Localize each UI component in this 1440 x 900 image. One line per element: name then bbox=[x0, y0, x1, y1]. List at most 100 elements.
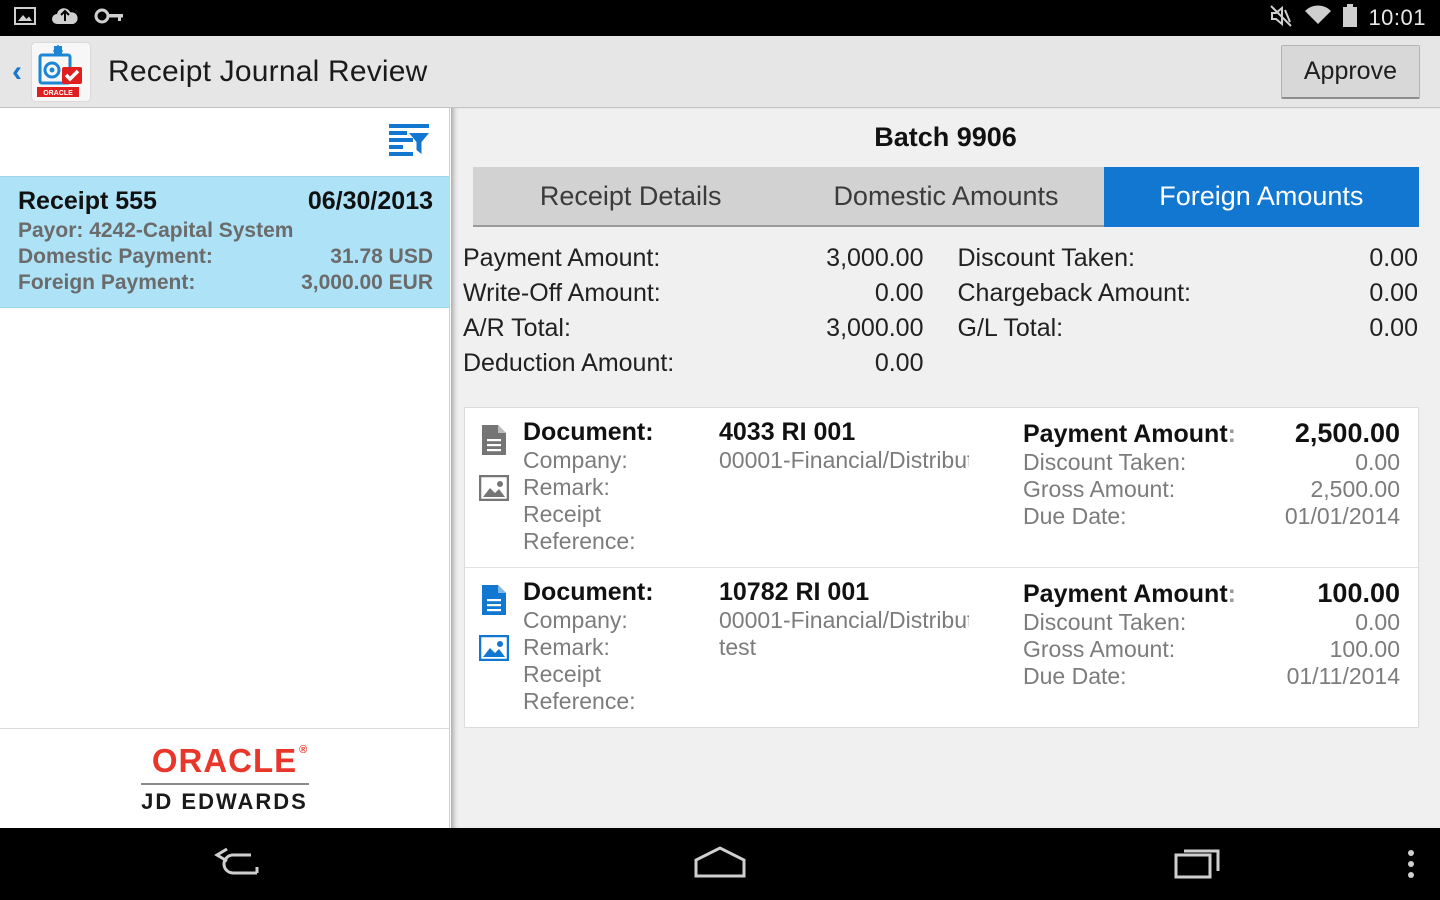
row-payment-amount: Payment Amount: 100.00 bbox=[1023, 578, 1400, 609]
key-icon bbox=[94, 7, 124, 30]
row-due-date: Due Date: 01/11/2014 bbox=[1023, 663, 1400, 690]
nav-recents-button[interactable] bbox=[960, 845, 1440, 884]
summary-row: A/R Total: 3,000.00 G/L Total: 0.00 bbox=[451, 311, 1440, 346]
document-label: Document: bbox=[523, 578, 654, 606]
summary-payment-amount: Payment Amount: 3,000.00 bbox=[451, 241, 946, 276]
battery-icon bbox=[1342, 3, 1358, 33]
jdedwards-wordmark: JD EDWARDS bbox=[141, 789, 308, 814]
mute-icon bbox=[1268, 4, 1294, 33]
due-date-label: Due Date: bbox=[1023, 503, 1127, 529]
row-left-fields: Document: 10782 RI 001 Company: 00001-Fi… bbox=[523, 578, 1023, 715]
logo-divider bbox=[140, 783, 309, 785]
document-icon[interactable] bbox=[480, 424, 508, 461]
page-title: Receipt Journal Review bbox=[108, 54, 428, 88]
row-right-fields: Payment Amount: 2,500.00 Discount Taken:… bbox=[1023, 418, 1418, 555]
nav-back-button[interactable] bbox=[0, 845, 480, 884]
discount-taken-value: 0.00 bbox=[1355, 609, 1400, 635]
row-left-fields: Document: 4033 RI 001 Company: 00001-Fin… bbox=[523, 418, 1023, 555]
image-icon bbox=[14, 6, 36, 31]
receipt-domestic-payment: Domestic Payment: 31.78 USD bbox=[18, 245, 433, 269]
receipt-list-item[interactable]: Receipt 555 06/30/2013 Payor: 4242-Capit… bbox=[0, 176, 449, 308]
status-notification-icons bbox=[0, 5, 124, 32]
app-title-bar: ‹ ORACLE Receipt Journal Review Approve bbox=[0, 36, 1440, 108]
android-nav-bar bbox=[0, 828, 1440, 900]
due-date-value: 01/11/2014 bbox=[1286, 663, 1400, 689]
summary-label: Discount Taken: bbox=[957, 244, 1135, 272]
content-area: Receipt 555 06/30/2013 Payor: 4242-Capit… bbox=[0, 108, 1440, 828]
remark-label: Remark: bbox=[523, 634, 610, 660]
receipt-foreign-payment: Foreign Payment: 3,000.00 EUR bbox=[18, 271, 433, 295]
sidebar-toolbar bbox=[0, 108, 449, 176]
gross-amount-label: Gross Amount: bbox=[1023, 476, 1176, 502]
image-icon[interactable] bbox=[478, 634, 510, 666]
nav-home-button[interactable] bbox=[480, 844, 960, 885]
table-row[interactable]: Document: 4033 RI 001 Company: 00001-Fin… bbox=[465, 408, 1418, 568]
summary-ar-total: A/R Total: 3,000.00 bbox=[451, 311, 946, 346]
image-icon[interactable] bbox=[478, 474, 510, 506]
row-receipt-reference: Receipt Reference: bbox=[523, 501, 1023, 555]
back-icon bbox=[213, 845, 267, 884]
row-icons bbox=[465, 578, 523, 715]
row-discount-taken: Discount Taken: 0.00 bbox=[1023, 609, 1400, 636]
summary-deduction-amount: Deduction Amount: 0.00 bbox=[451, 346, 946, 381]
receipt-domestic-label: Domestic Payment: bbox=[18, 245, 213, 268]
summary-value: 0.00 bbox=[1369, 314, 1418, 342]
receipt-date: 06/30/2013 bbox=[307, 187, 433, 215]
payment-amount-value: 2,500.00 bbox=[1294, 418, 1400, 448]
receipt-reference-label: Receipt Reference: bbox=[523, 501, 636, 554]
row-gross-amount: Gross Amount: 2,500.00 bbox=[1023, 476, 1400, 503]
approve-button[interactable]: Approve bbox=[1280, 44, 1420, 99]
table-row[interactable]: Document: 10782 RI 001 Company: 00001-Fi… bbox=[465, 568, 1418, 727]
due-date-value: 01/01/2014 bbox=[1284, 503, 1400, 529]
payment-amount-label: Payment Amount: bbox=[1023, 420, 1236, 448]
recents-icon bbox=[1174, 845, 1226, 884]
status-clock: 10:01 bbox=[1368, 5, 1426, 30]
status-system-icons: 10:01 bbox=[1268, 3, 1440, 33]
back-chevron-icon[interactable]: ‹ bbox=[4, 56, 30, 87]
receipt-number: Receipt 555 bbox=[18, 187, 157, 215]
summary-label: Write-Off Amount: bbox=[463, 279, 661, 307]
receipt-foreign-label: Foreign Payment: bbox=[18, 271, 196, 294]
tab-foreign-amounts[interactable]: Foreign Amounts bbox=[1103, 167, 1419, 227]
summary-label: Chargeback Amount: bbox=[957, 279, 1191, 307]
summary-gl-total: G/L Total: 0.00 bbox=[946, 311, 1440, 346]
summary-value: 0.00 bbox=[1369, 279, 1418, 307]
summary-write-off-amount: Write-Off Amount: 0.00 bbox=[451, 276, 946, 311]
company-value: 00001-Financial/Distributi bbox=[719, 607, 969, 633]
summary-value: 0.00 bbox=[874, 349, 924, 377]
document-label: Document: bbox=[523, 418, 654, 446]
document-value: 10782 RI 001 bbox=[719, 578, 870, 606]
tab-receipt-details[interactable]: Receipt Details bbox=[473, 167, 789, 227]
summary-row: Payment Amount: 3,000.00 Discount Taken:… bbox=[451, 241, 1440, 276]
company-value: 00001-Financial/Distributi bbox=[719, 447, 969, 473]
receipt-domestic-value: 31.78 USD bbox=[330, 245, 433, 268]
wifi-icon bbox=[1304, 4, 1332, 32]
receipt-card-header: Receipt 555 06/30/2013 bbox=[18, 187, 433, 216]
oracle-wordmark: ORACLE ® bbox=[151, 742, 309, 779]
document-value: 4033 RI 001 bbox=[719, 418, 856, 446]
summary-label: A/R Total: bbox=[463, 314, 571, 342]
summary-value: 0.00 bbox=[874, 279, 924, 307]
summary-row: Write-Off Amount: 0.00 Chargeback Amount… bbox=[451, 276, 1440, 311]
summary-chargeback-amount: Chargeback Amount: 0.00 bbox=[946, 276, 1440, 311]
oracle-jdedwards-logo: ORACLE ® JD EDWARDS bbox=[0, 728, 449, 828]
company-label: Company: bbox=[523, 607, 628, 633]
filter-list-icon[interactable] bbox=[387, 120, 431, 165]
row-remark: Remark: bbox=[523, 474, 1023, 501]
tab-domestic-amounts[interactable]: Domestic Amounts bbox=[788, 167, 1104, 227]
row-document: Document: 10782 RI 001 bbox=[523, 578, 1023, 607]
remark-label: Remark: bbox=[523, 474, 610, 500]
document-list: Document: 4033 RI 001 Company: 00001-Fin… bbox=[464, 407, 1419, 728]
gross-amount-value: 100.00 bbox=[1329, 636, 1400, 662]
document-icon[interactable] bbox=[480, 584, 508, 621]
home-icon bbox=[692, 844, 748, 885]
amount-summary: Payment Amount: 3,000.00 Discount Taken:… bbox=[451, 227, 1440, 391]
row-document: Document: 4033 RI 001 bbox=[523, 418, 1023, 447]
row-gross-amount: Gross Amount: 100.00 bbox=[1023, 636, 1400, 663]
summary-label: Payment Amount: bbox=[463, 244, 661, 272]
summary-value: 3,000.00 bbox=[826, 244, 924, 272]
cloud-upload-icon bbox=[50, 5, 80, 32]
tab-bar: Receipt Details Domestic Amounts Foreign… bbox=[473, 167, 1419, 227]
company-label: Company: bbox=[523, 447, 628, 473]
overflow-menu-icon[interactable] bbox=[1408, 850, 1414, 878]
